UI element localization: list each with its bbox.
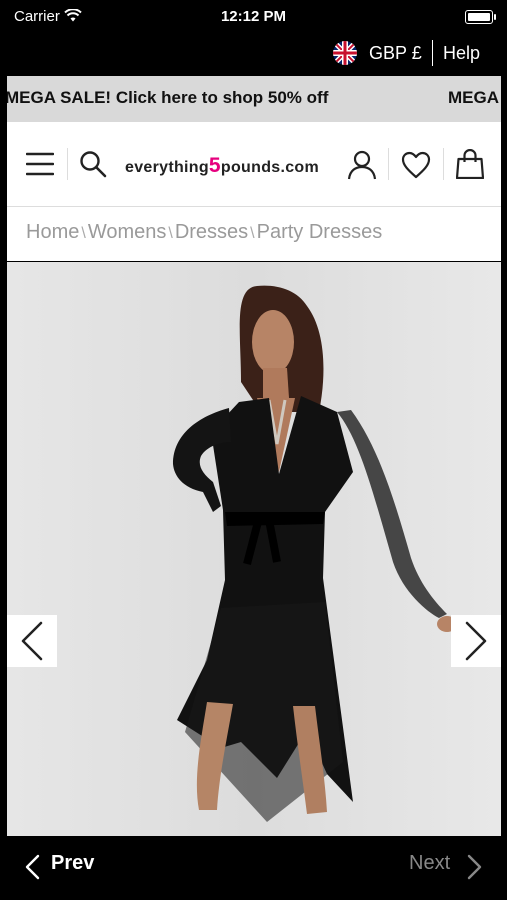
logo-number: 5 bbox=[208, 154, 221, 177]
site-logo[interactable]: everything5pounds.com bbox=[125, 154, 319, 178]
help-link[interactable]: Help bbox=[443, 43, 480, 64]
prev-button[interactable]: Prev bbox=[51, 852, 94, 875]
header-divider bbox=[67, 148, 68, 180]
product-image bbox=[7, 262, 501, 836]
bag-icon[interactable] bbox=[456, 149, 484, 179]
breadcrumb-separator: \ bbox=[168, 225, 173, 242]
promo-text: MEGA SALE! Click here to shop 50% off bbox=[7, 88, 329, 107]
pager-bar: Prev Next bbox=[0, 836, 507, 900]
promo-banner[interactable]: MEGA SALE! Click here to shop 50% off ME… bbox=[7, 76, 501, 122]
breadcrumb-dresses[interactable]: Dresses bbox=[175, 221, 248, 243]
promo-text-repeat: MEGA bbox=[448, 88, 499, 107]
account-icon[interactable] bbox=[347, 150, 377, 180]
search-icon[interactable] bbox=[79, 150, 107, 178]
header-divider bbox=[388, 148, 389, 180]
currency-selector[interactable]: GBP £ bbox=[369, 43, 422, 64]
prev-arrow-icon[interactable] bbox=[24, 854, 40, 880]
breadcrumb-womens[interactable]: Womens bbox=[88, 221, 167, 243]
product-image-gallery[interactable] bbox=[7, 262, 501, 836]
chevron-right-icon bbox=[465, 621, 487, 661]
header-divider bbox=[443, 148, 444, 180]
utility-divider bbox=[432, 40, 433, 66]
logo-text-end: pounds.com bbox=[220, 159, 320, 176]
gallery-prev-button[interactable] bbox=[7, 615, 57, 667]
chevron-left-icon bbox=[21, 621, 43, 661]
breadcrumb-party-dresses[interactable]: Party Dresses bbox=[257, 221, 383, 243]
next-button[interactable]: Next bbox=[409, 852, 450, 875]
breadcrumb-separator: \ bbox=[250, 225, 255, 242]
gallery-next-button[interactable] bbox=[451, 615, 501, 667]
logo-text-start: everything bbox=[125, 159, 209, 176]
uk-flag-icon[interactable] bbox=[333, 41, 357, 65]
breadcrumb-separator: \ bbox=[81, 225, 86, 242]
status-bar: Carrier 12:12 PM bbox=[0, 0, 507, 34]
battery-icon bbox=[465, 10, 496, 24]
clock: 12:12 PM bbox=[220, 8, 287, 25]
utility-bar: GBP £ Help bbox=[0, 34, 507, 76]
breadcrumb: Home \ Womens \ Dresses \ Party Dresses bbox=[7, 207, 501, 261]
next-arrow-icon[interactable] bbox=[467, 854, 483, 880]
menu-icon[interactable] bbox=[26, 150, 54, 178]
wishlist-icon[interactable] bbox=[401, 151, 431, 179]
site-header: everything5pounds.com bbox=[7, 122, 501, 207]
breadcrumb-home[interactable]: Home bbox=[26, 221, 79, 243]
